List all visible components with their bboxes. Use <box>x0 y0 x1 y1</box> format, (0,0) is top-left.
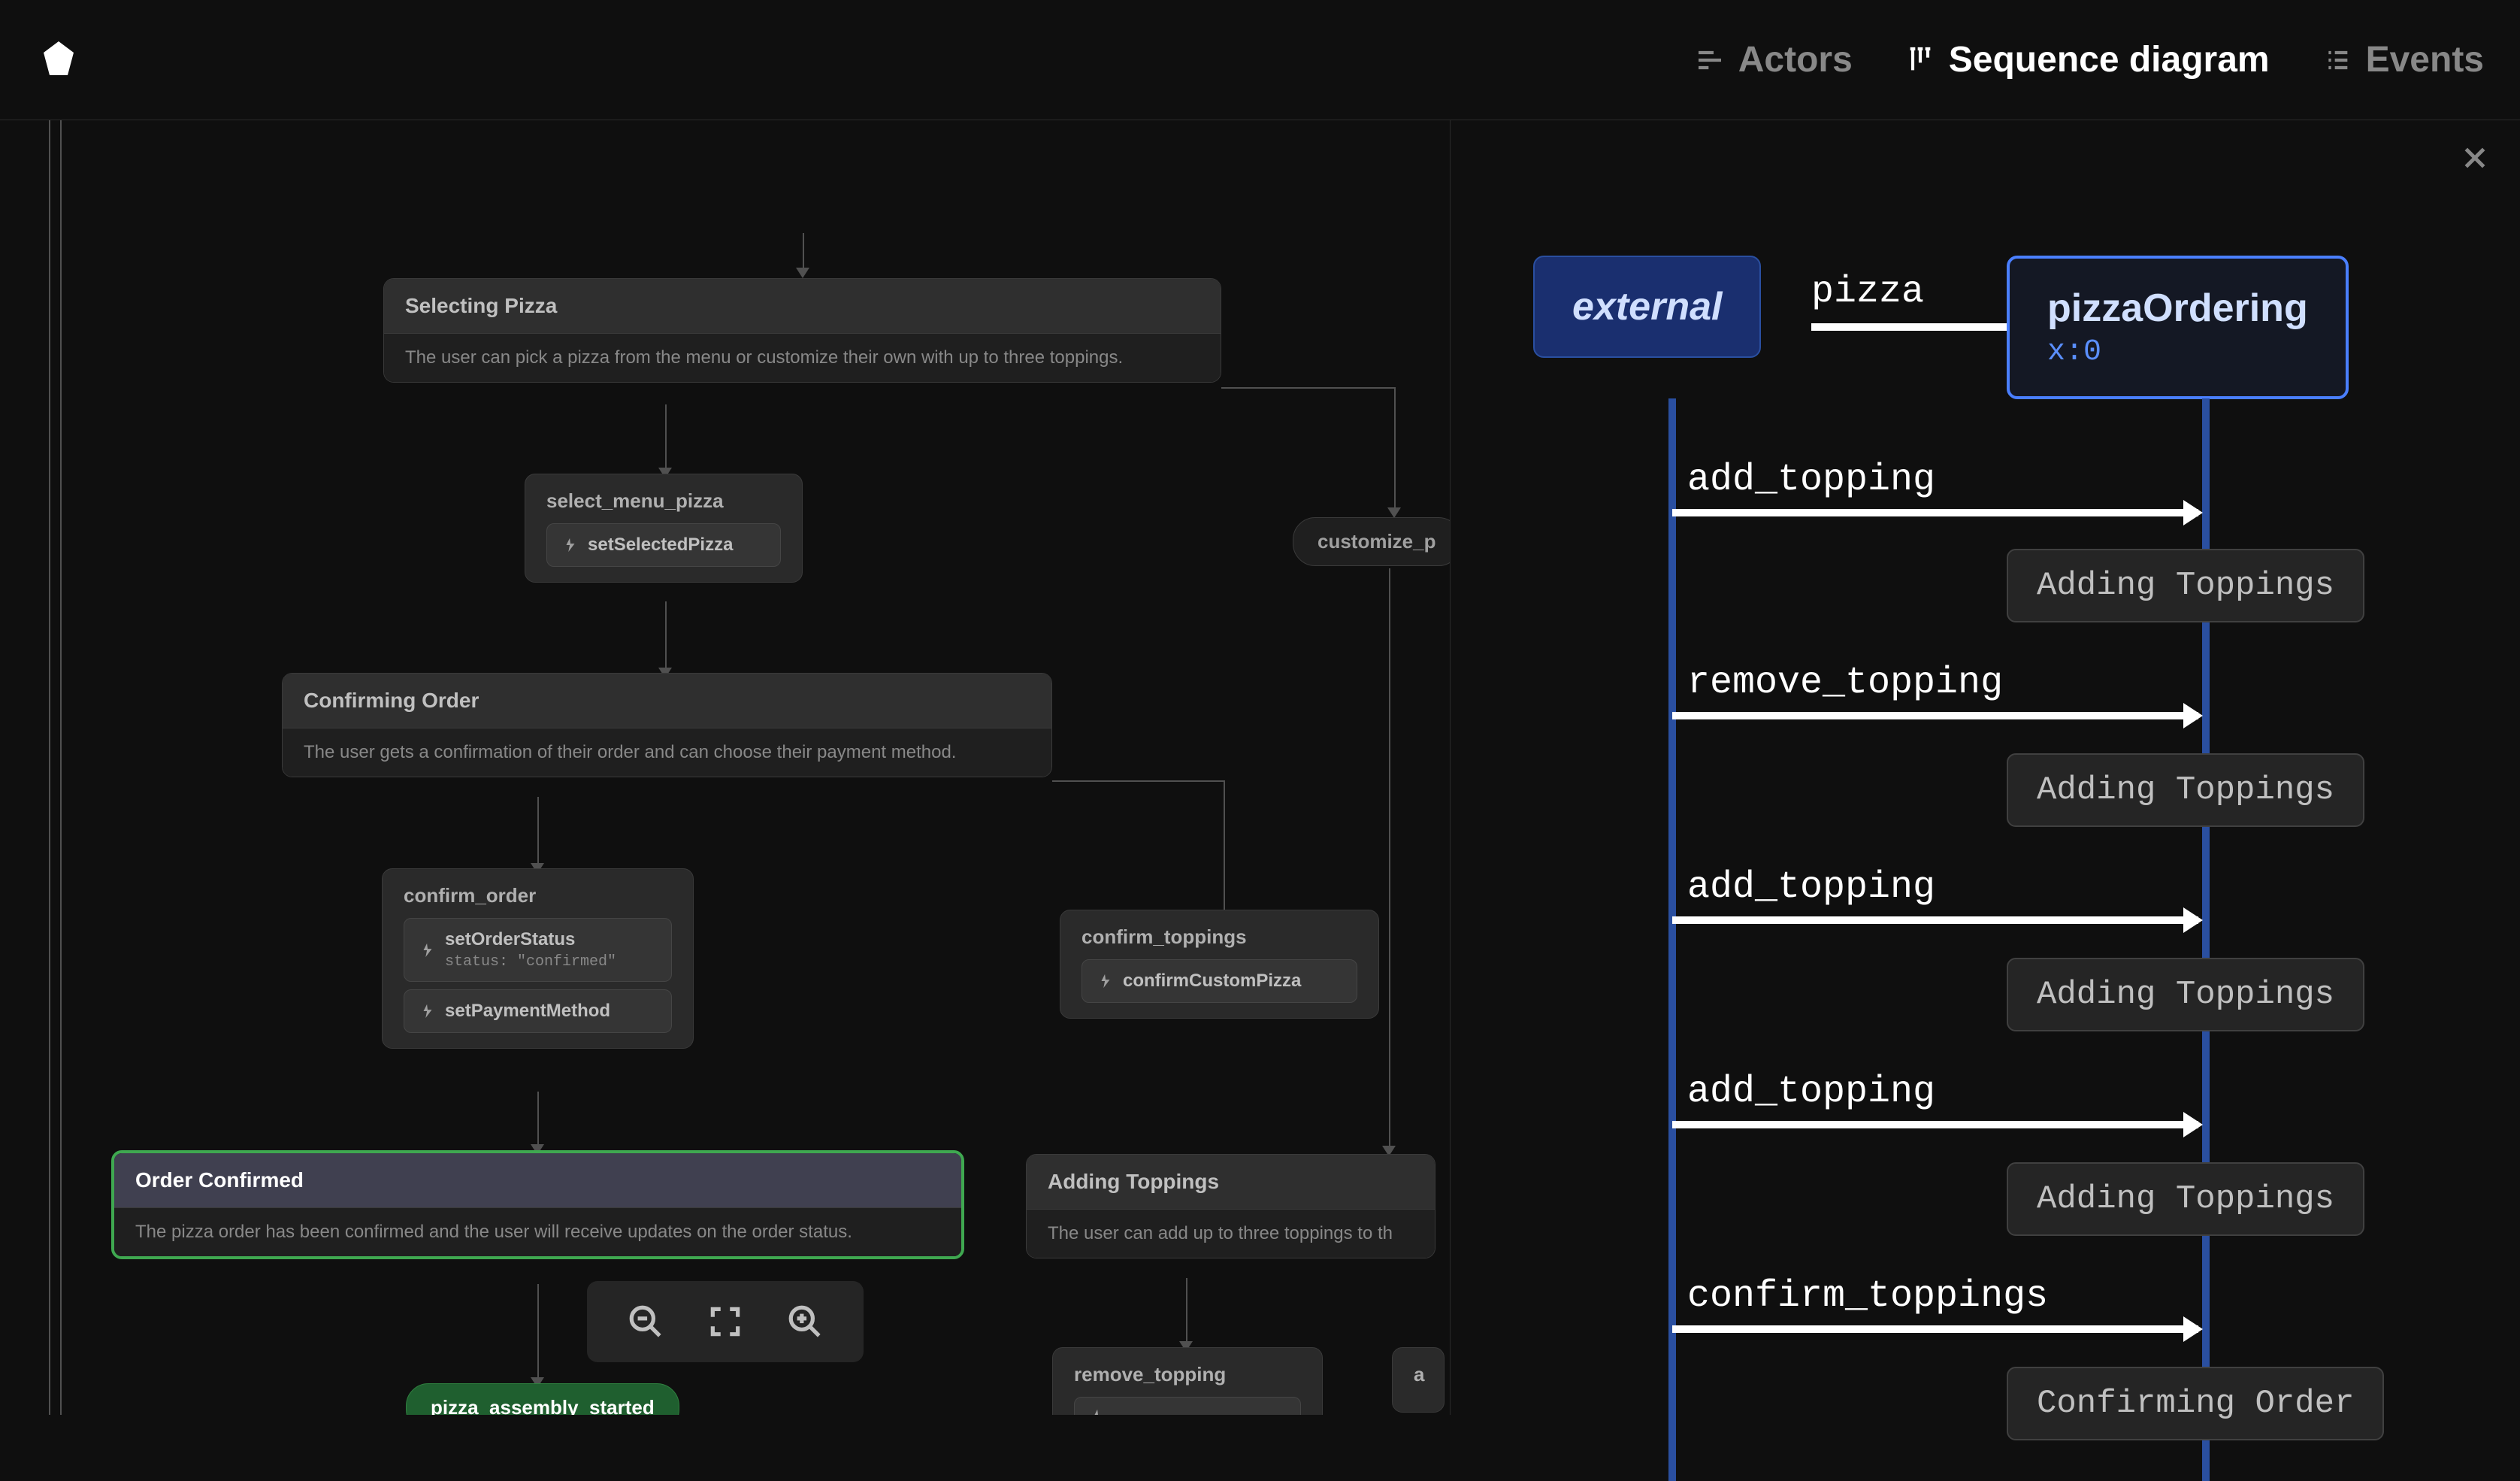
state-order-confirmed[interactable]: Order Confirmed The pizza order has been… <box>111 1150 964 1259</box>
seq-message[interactable]: add_topping <box>1672 866 2198 924</box>
header: Actors Sequence diagram Events <box>0 0 2520 120</box>
event-title: confirm_toppings <box>1082 925 1357 949</box>
event-remove-topping[interactable]: remove_topping <box>1052 1347 1323 1415</box>
tab-actors[interactable]: Actors <box>1695 39 1853 80</box>
state-title: Selecting Pizza <box>384 279 1221 333</box>
event-customize-pizza[interactable]: customize_p <box>1293 517 1451 566</box>
seq-state-pill: Adding Toppings <box>2007 549 2364 622</box>
sequence-container[interactable]: pizza external pizzaOrdering x:0 add_top… <box>1511 165 2460 1370</box>
state-desc: The user can add up to three toppings to… <box>1027 1209 1435 1258</box>
tab-sequence[interactable]: Sequence diagram <box>1905 39 2270 80</box>
seq-message-label: remove_topping <box>1672 662 2003 704</box>
seq-state-pill: Adding Toppings <box>2007 1162 2364 1236</box>
actor-id: x:0 <box>2047 335 2308 369</box>
sequence-diagram-panel: pizza external pizzaOrdering x:0 add_top… <box>1451 120 2520 1415</box>
tab-events[interactable]: Events <box>2322 39 2484 80</box>
app-logo[interactable] <box>36 38 81 83</box>
seq-state-pill: Adding Toppings <box>2007 753 2364 827</box>
action-set-order-status: setOrderStatus status: "confirmed" <box>404 918 672 982</box>
actor-name: pizzaOrdering <box>2047 286 2308 331</box>
state-adding-toppings[interactable]: Adding Toppings The user can add up to t… <box>1026 1154 1435 1258</box>
content: Selecting Pizza The user can pick a pizz… <box>0 120 2520 1415</box>
action-confirm-custom-pizza: confirmCustomPizza <box>1082 959 1357 1003</box>
seq-message[interactable]: add_topping <box>1672 1071 2198 1128</box>
seq-state-pill: Confirming Order <box>2007 1367 2384 1440</box>
tabs: Actors Sequence diagram Events <box>1695 39 2484 80</box>
state-title: Order Confirmed <box>114 1153 961 1207</box>
seq-message-label: pizza <box>1811 271 1924 313</box>
seq-message-label: add_topping <box>1672 1071 1935 1113</box>
zoom-out-button[interactable] <box>625 1301 667 1343</box>
event-pizza-assembly-started[interactable]: pizza_assembly_started <box>406 1383 679 1415</box>
seq-message-label: add_topping <box>1672 459 1935 501</box>
state-title: Confirming Order <box>283 674 1051 728</box>
action-set-selected-pizza: setSelectedPizza <box>546 523 781 567</box>
seq-arrow-icon <box>1672 1325 2198 1333</box>
seq-arrow-icon <box>1811 323 2022 331</box>
state-selecting-pizza[interactable]: Selecting Pizza The user can pick a pizz… <box>383 278 1221 383</box>
seq-message[interactable]: confirm_toppings <box>1672 1275 2198 1333</box>
close-button[interactable] <box>2460 143 2490 173</box>
action-chip <box>1074 1397 1301 1415</box>
tab-label: Sequence diagram <box>1949 39 2270 80</box>
seq-message-label: add_topping <box>1672 866 1935 909</box>
actor-external[interactable]: external <box>1533 256 1761 358</box>
state-desc: The user gets a confirmation of their or… <box>283 728 1051 777</box>
actor-name: external <box>1572 284 1722 329</box>
fit-screen-button[interactable] <box>704 1301 746 1343</box>
seq-state-pill: Adding Toppings <box>2007 958 2364 1031</box>
tab-label: Actors <box>1738 39 1853 80</box>
action-set-payment-method: setPaymentMethod <box>404 989 672 1033</box>
event-title: select_menu_pizza <box>546 489 781 513</box>
event-add-topping-partial[interactable]: a <box>1392 1347 1445 1413</box>
event-select-menu-pizza[interactable]: select_menu_pizza setSelectedPizza <box>525 474 803 583</box>
event-confirm-toppings[interactable]: confirm_toppings confirmCustomPizza <box>1060 910 1379 1019</box>
state-diagram-panel[interactable]: Selecting Pizza The user can pick a pizz… <box>0 120 1451 1415</box>
seq-message[interactable]: remove_topping <box>1672 662 2198 719</box>
event-confirm-order[interactable]: confirm_order setOrderStatus status: "co… <box>382 868 694 1049</box>
seq-arrow-icon <box>1672 712 2198 719</box>
seq-message[interactable]: add_topping <box>1672 459 2198 516</box>
seq-arrow-icon <box>1672 916 2198 924</box>
seq-arrow-icon <box>1672 509 2198 516</box>
seq-message-label: confirm_toppings <box>1672 1275 2048 1318</box>
seq-arrow-icon <box>1672 1121 2198 1128</box>
state-desc: The pizza order has been confirmed and t… <box>114 1207 961 1256</box>
event-title: a <box>1414 1363 1423 1386</box>
actor-machine[interactable]: pizzaOrdering x:0 <box>2007 256 2349 399</box>
state-desc: The user can pick a pizza from the menu … <box>384 333 1221 382</box>
tab-label: Events <box>2366 39 2484 80</box>
state-confirming-order[interactable]: Confirming Order The user gets a confirm… <box>282 673 1052 777</box>
state-title: Adding Toppings <box>1027 1155 1435 1209</box>
zoom-controls <box>587 1281 864 1362</box>
zoom-in-button[interactable] <box>784 1301 826 1343</box>
event-title: remove_topping <box>1074 1363 1301 1386</box>
event-title: confirm_order <box>404 884 672 907</box>
